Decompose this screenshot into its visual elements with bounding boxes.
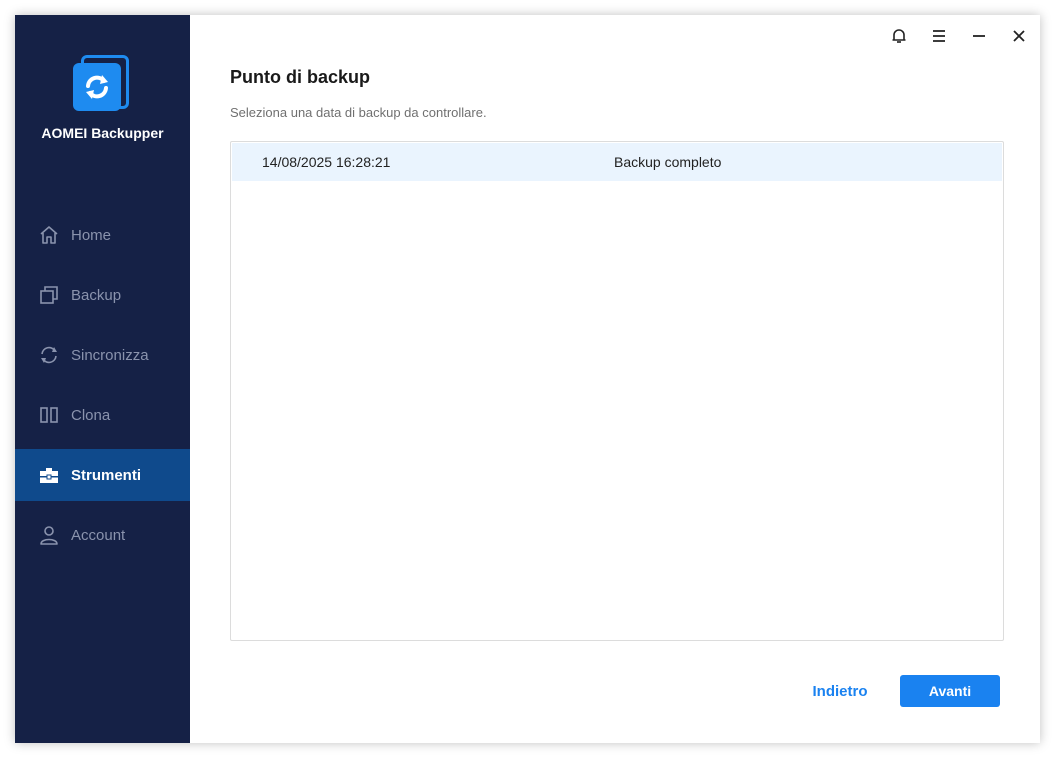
backup-icon — [38, 284, 60, 306]
sidebar-item-home[interactable]: Home — [15, 209, 190, 261]
backup-date: 14/08/2025 16:28:21 — [262, 154, 391, 170]
page-title: Punto di backup — [230, 67, 371, 87]
minimize-icon — [973, 35, 985, 37]
clone-icon — [38, 404, 60, 426]
sidebar-item-backup[interactable]: Backup — [15, 269, 190, 321]
sidebar-item-label: Clona — [71, 406, 111, 424]
backup-type: Backup completo — [614, 154, 722, 170]
app-name: AOMEI Backupper — [41, 125, 164, 141]
sidebar-item-label: Sincronizza — [71, 346, 149, 364]
sidebar-item-tools[interactable]: Strumenti — [15, 449, 190, 501]
user-icon — [38, 524, 60, 546]
sync-logo-icon — [86, 75, 108, 99]
toolbox-icon — [38, 464, 60, 486]
home-icon — [38, 224, 60, 246]
close-icon — [1013, 30, 1025, 42]
sidebar-item-account[interactable]: Account — [15, 509, 190, 561]
app-logo — [73, 53, 133, 113]
sidebar-item-clone[interactable]: Clona — [15, 389, 190, 441]
menu-icon — [933, 30, 945, 42]
page-subtitle: Seleziona una data di backup da controll… — [230, 105, 487, 120]
minimize-button[interactable] — [966, 23, 992, 49]
sidebar: AOMEI Backupper Home Backup Sincronizza … — [15, 15, 190, 743]
close-button[interactable] — [1006, 23, 1032, 49]
sidebar-item-label: Account — [71, 526, 126, 544]
table-row[interactable]: 14/08/2025 16:28:21 Backup completo — [232, 143, 1002, 181]
bell-icon — [892, 29, 906, 43]
next-button[interactable]: Avanti — [900, 675, 1000, 707]
sidebar-item-label: Strumenti — [71, 466, 142, 484]
notifications-button[interactable] — [886, 23, 912, 49]
sidebar-item-sync[interactable]: Sincronizza — [15, 329, 190, 381]
menu-button[interactable] — [926, 23, 952, 49]
app-window: AOMEI Backupper Home Backup Sincronizza … — [15, 15, 1040, 743]
sidebar-item-label: Home — [71, 226, 112, 244]
back-button[interactable]: Indietro — [795, 675, 885, 707]
backup-point-list[interactable]: 14/08/2025 16:28:21 Backup completo — [230, 141, 1004, 641]
sidebar-item-label: Backup — [71, 286, 122, 304]
sync-icon — [38, 344, 60, 366]
